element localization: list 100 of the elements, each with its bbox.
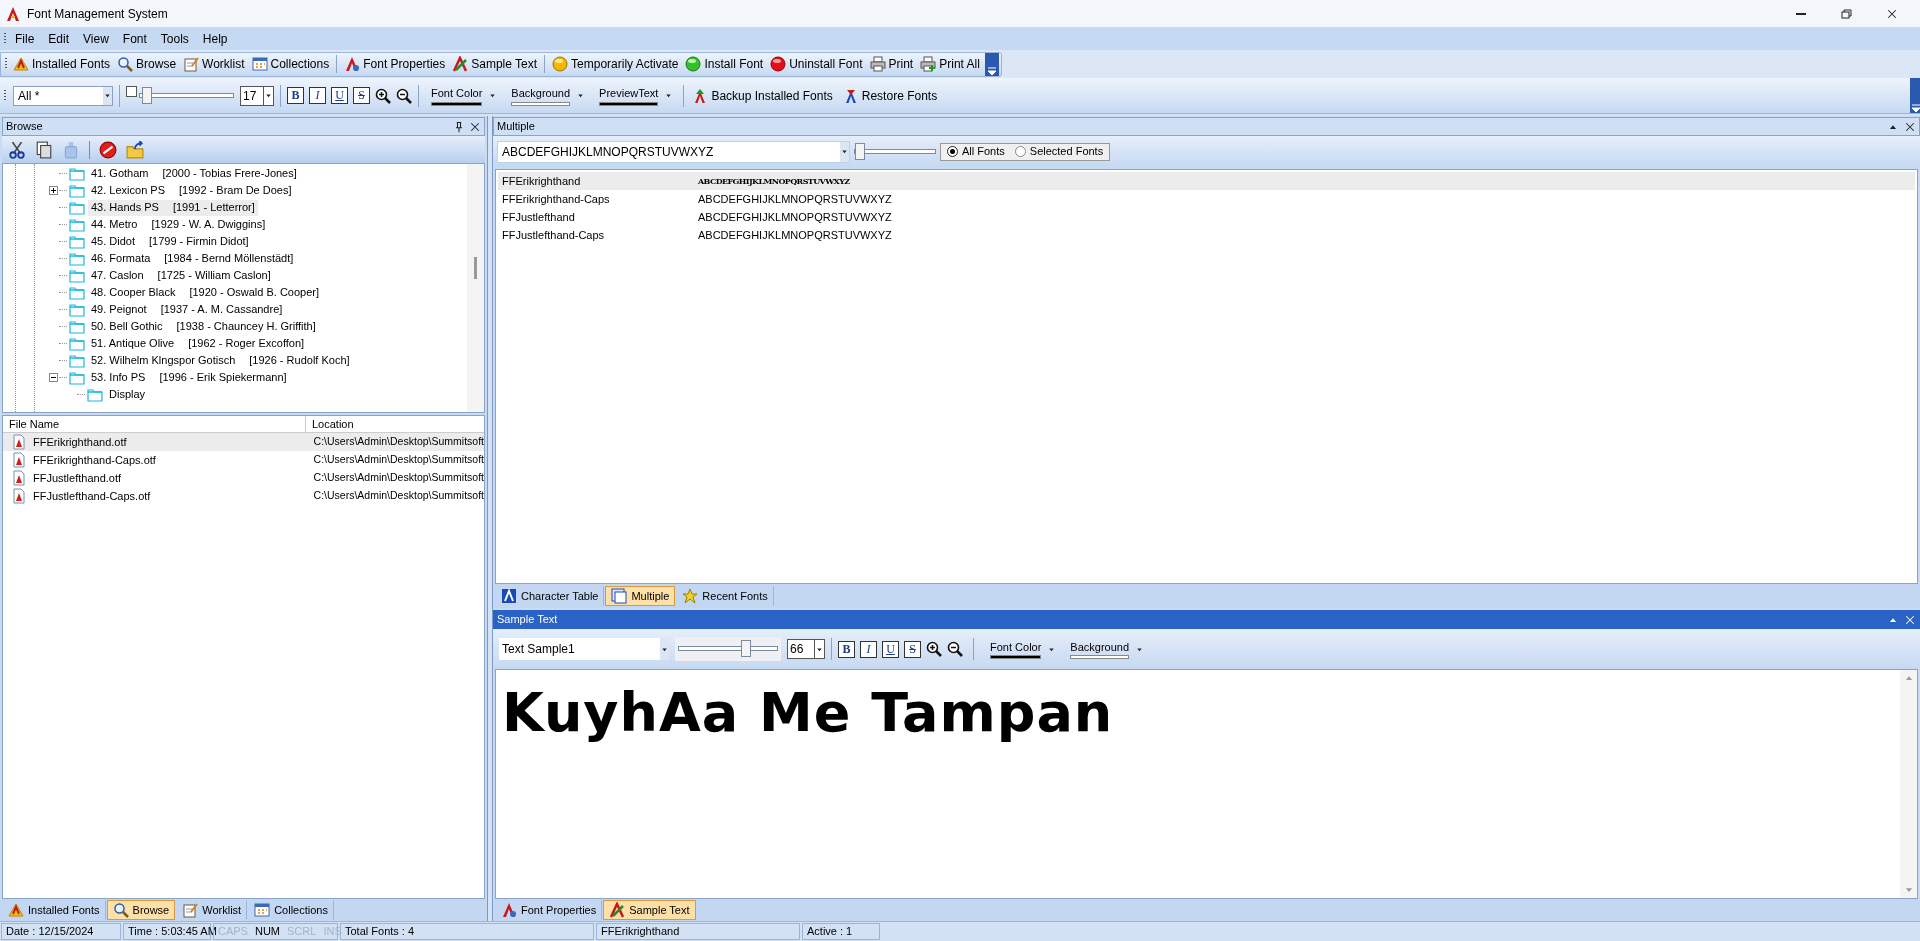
color-button[interactable]: Font Color	[988, 638, 1044, 660]
tree-item[interactable]: Display	[106, 386, 149, 403]
tree-item[interactable]: 50. Bell Gothic [1938 - Chauncey H. Griffith]	[88, 318, 319, 335]
slider[interactable]	[854, 141, 936, 162]
font-name: FFErikrighthand-Caps	[501, 191, 611, 207]
text-style-button[interactable]: U	[331, 87, 348, 104]
file-row[interactable]: FFJustlefthand.otf C:\Users\Admin\Desktop\Summitsoft	[3, 469, 484, 487]
tree-item[interactable]: 52. Wilhelm Klngspor Gotisch [1926 - Rudolf Koch]	[88, 352, 353, 369]
tab[interactable]: Recent Fonts	[676, 586, 774, 606]
collapse-toggle[interactable]	[48, 373, 58, 382]
menu-item[interactable]: Help	[196, 29, 234, 48]
menu-item[interactable]: Edit	[42, 29, 76, 48]
expand-toggle[interactable]	[48, 186, 58, 195]
toolbar-button[interactable]: Backup Installed Fonts	[690, 86, 835, 105]
tree-item[interactable]: 43. Hands PS [1991 - Letterror]	[88, 199, 258, 216]
radio-label[interactable]: Selected Fonts	[1029, 143, 1104, 160]
slider-thumb[interactable]	[855, 142, 866, 160]
folder-icon	[69, 284, 85, 301]
tree-item[interactable]: 44. Metro [1929 - W. A. Dwiggins]	[88, 216, 269, 233]
tab[interactable]: Worklist	[176, 900, 248, 920]
font-row[interactable]: FFErikrighthand-Caps ABCDEFGHIJKLMNOPQRSTUVWXYZ	[498, 190, 1915, 208]
tab[interactable]: Collections	[248, 900, 334, 920]
font-sample: ABCDEFGHIJKLMNOPQRSTUVWXYZ	[698, 175, 850, 187]
column-header[interactable]: File Name	[3, 416, 306, 432]
checkbox[interactable]	[126, 85, 137, 97]
tab[interactable]: Font Properties	[495, 900, 603, 920]
font-name: FFErikrighthand	[501, 173, 582, 189]
text-style-button[interactable]: B	[838, 640, 855, 658]
status-text: Total Fonts : 4	[345, 924, 415, 940]
file-row[interactable]: FFJustlefthand-Caps.otf C:\Users\Admin\Desktop\Summitsoft	[3, 487, 484, 505]
toolbar-button[interactable]: Temporarily Activate	[550, 55, 681, 73]
tree-item[interactable]: 41. Gotham [2000 - Tobias Frere-Jones]	[88, 165, 300, 182]
color-button[interactable]: Background	[1068, 638, 1132, 660]
table-cell-text: FFJustlefthand-Caps.otf	[33, 488, 151, 504]
tree-item[interactable]: 53. Info PS [1996 - Erik Spiekermann]	[88, 369, 290, 386]
toolbar-button[interactable]: Installed Fonts	[11, 55, 113, 73]
text-style-button[interactable]: S	[353, 87, 370, 104]
slider[interactable]	[678, 639, 778, 659]
tab[interactable]: Sample Text	[603, 900, 696, 920]
slider-thumb[interactable]	[141, 86, 152, 104]
menu-item[interactable]: Tools	[154, 29, 195, 48]
text-style-button[interactable]: S	[904, 640, 921, 658]
slider[interactable]	[139, 85, 234, 106]
text-style-button[interactable]: I	[309, 87, 326, 104]
font-row[interactable]: FFJustlefthand ABCDEFGHIJKLMNOPQRSTUVWXYZ	[498, 208, 1915, 226]
scrollbar-thumb[interactable]	[474, 257, 477, 279]
size-dropdown[interactable]: 17	[240, 85, 274, 106]
text-style-button[interactable]: U	[882, 640, 899, 658]
brush-icon	[452, 56, 469, 72]
tab[interactable]: Character Table	[495, 586, 605, 606]
filter-dropdown[interactable]: All *	[13, 85, 113, 106]
color-button[interactable]: PreviewText	[597, 85, 661, 106]
tree-item[interactable]: 49. Peignot [1937 - A. M. Cassandre]	[88, 301, 286, 318]
toolbar-button[interactable]: Browse	[115, 55, 179, 73]
radio-button[interactable]	[947, 146, 958, 157]
tree-item[interactable]: 47. Caslon [1725 - William Caslon]	[88, 267, 274, 284]
minimize-icon	[1796, 12, 1806, 15]
toolbar-button[interactable]: Collections	[249, 55, 332, 73]
radio-label[interactable]: All Fonts	[962, 143, 1005, 160]
toolbar-button[interactable]: Install Font	[683, 55, 766, 73]
toolbar-button[interactable]: Font Properties	[342, 55, 448, 73]
font-name: FFJustlefthand	[501, 209, 576, 225]
menu-item[interactable]: File	[9, 29, 41, 48]
toolbar-button[interactable]: Print All	[918, 55, 982, 73]
bottle-icon	[62, 140, 80, 159]
file-row[interactable]: FFErikrighthand.otf C:\Users\Admin\Desktop\Summitsoft	[3, 433, 484, 451]
file-row[interactable]: FFErikrighthand-Caps.otf C:\Users\Admin\Desktop\Summitsoft	[3, 451, 484, 469]
toolbar-button[interactable]: Sample Text	[450, 55, 540, 73]
tab[interactable]: Installed Fonts	[2, 900, 106, 920]
toolbar-button[interactable]: Uninstall Font	[768, 55, 865, 73]
window-title: Font Management System	[27, 5, 168, 23]
tree-item[interactable]: 48. Cooper Black [1920 - Oswald B. Cooper]	[88, 284, 322, 301]
size-dropdown[interactable]: 66	[787, 639, 825, 659]
table-cell-text: C:\Users\Admin\Desktop\Summitsoft	[312, 488, 484, 504]
tab[interactable]: Multiple	[605, 586, 676, 606]
font-row[interactable]: FFJustlefthand-Caps ABCDEFGHIJKLMNOPQRSTUVWXYZ	[498, 226, 1915, 244]
toolbar-button[interactable]: Worklist	[181, 55, 247, 73]
preview-text-field[interactable]: ABCDEFGHIJKLMNOPQRSTUVWXYZ	[497, 140, 850, 163]
color-button[interactable]: Background	[509, 85, 573, 106]
tree-item[interactable]: 51. Antique Olive [1962 - Roger Excoffon]	[88, 335, 308, 352]
color-button[interactable]: Font Color	[429, 85, 485, 106]
menu-item[interactable]: Font	[116, 29, 153, 48]
menu-item[interactable]: View	[77, 29, 115, 48]
close-icon	[1886, 7, 1898, 20]
text-style-button[interactable]: B	[287, 87, 304, 104]
font-icon	[501, 902, 517, 918]
column-header[interactable]: Location	[306, 416, 484, 432]
toolbar-button[interactable]: Restore Fonts	[840, 86, 940, 105]
folder-icon	[87, 386, 103, 403]
radio-button[interactable]	[1014, 146, 1026, 157]
slider-thumb[interactable]	[741, 640, 751, 657]
toolbar-button[interactable]: Print	[867, 55, 916, 73]
tree-item[interactable]: 46. Formata [1984 - Bernd Möllenstädt]	[88, 250, 297, 267]
sample-dropdown[interactable]: Text Sample1	[499, 638, 669, 660]
tree-item[interactable]: 45. Didot [1799 - Firmin Didot]	[88, 233, 252, 250]
tree-item[interactable]: 42. Lexicon PS [1992 - Bram De Does]	[88, 182, 295, 199]
font-row[interactable]: FFErikrighthand ABCDEFGHIJKLMNOPQRSTUVWXYZ	[498, 172, 1915, 190]
text-style-button[interactable]: I	[860, 640, 877, 658]
tab[interactable]: Browse	[106, 900, 176, 920]
scrollbar[interactable]	[1900, 670, 1917, 898]
